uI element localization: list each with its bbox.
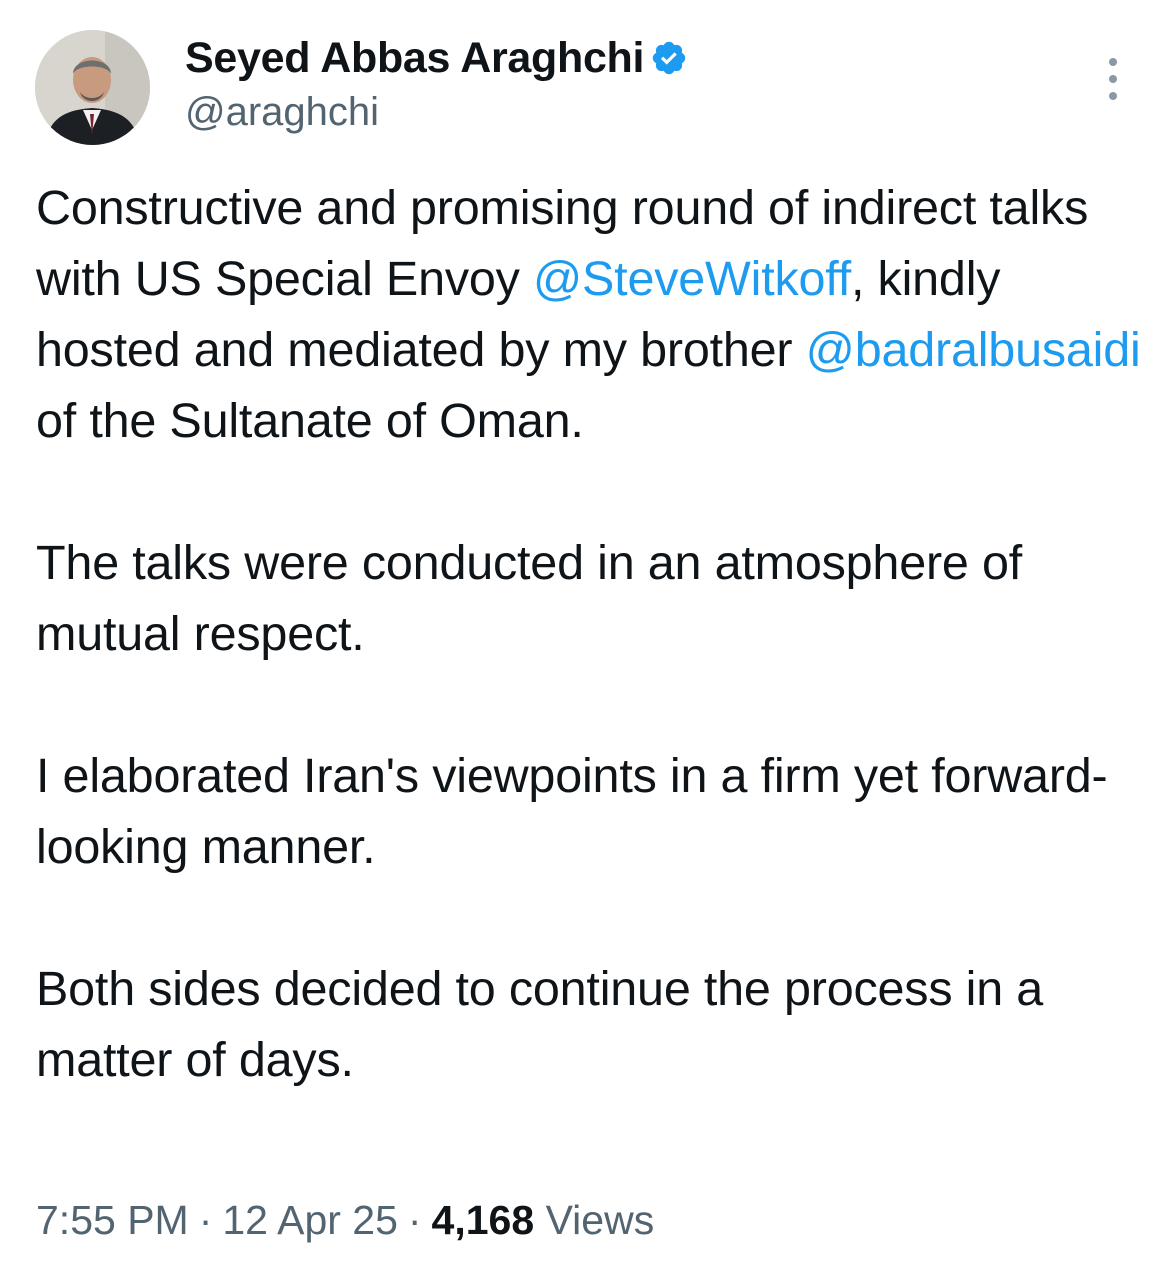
- tweet-time[interactable]: 7:55 PM: [36, 1197, 189, 1243]
- more-dot: [1109, 92, 1117, 100]
- tweet-date[interactable]: 12 Apr 25: [222, 1197, 398, 1243]
- author-info: Seyed Abbas Araghchi @araghchi: [185, 30, 688, 135]
- tweet-metadata: 7:55 PM · 12 Apr 25 · 4,168 Views: [36, 1197, 654, 1244]
- tweet-paragraph-1: Constructive and promising round of indi…: [36, 173, 1151, 457]
- author-display-name[interactable]: Seyed Abbas Araghchi: [185, 34, 644, 83]
- mention-badralbusaidi-link[interactable]: @badralbusaidi: [806, 323, 1141, 377]
- mention-stevewitkoff-link[interactable]: @SteveWitkoff: [533, 252, 851, 306]
- tweet-paragraph-2: The talks were conducted in an atmospher…: [36, 536, 1023, 661]
- more-options-icon[interactable]: [1098, 58, 1128, 100]
- author-handle[interactable]: @araghchi: [185, 90, 688, 135]
- more-dot: [1109, 58, 1117, 66]
- tweet-paragraph-4: Both sides decided to continue the proce…: [36, 962, 1044, 1087]
- author-avatar[interactable]: [35, 30, 150, 145]
- separator-dot: ·: [198, 1197, 213, 1243]
- author-name-row: Seyed Abbas Araghchi: [185, 30, 688, 86]
- separator-dot: ·: [407, 1197, 422, 1243]
- tweet-text: Constructive and promising round of indi…: [36, 173, 1151, 1096]
- views-count[interactable]: 4,168: [432, 1197, 535, 1243]
- tweet-text-segment: of the Sultanate of Oman.: [36, 394, 584, 448]
- verified-badge-icon[interactable]: [650, 39, 688, 77]
- tweet-paragraph-3: I elaborated Iran's viewpoints in a firm…: [36, 749, 1108, 874]
- more-dot: [1109, 75, 1117, 83]
- tweet: Seyed Abbas Araghchi @araghchi Construct…: [0, 0, 1172, 1280]
- views-label[interactable]: Views: [546, 1197, 655, 1243]
